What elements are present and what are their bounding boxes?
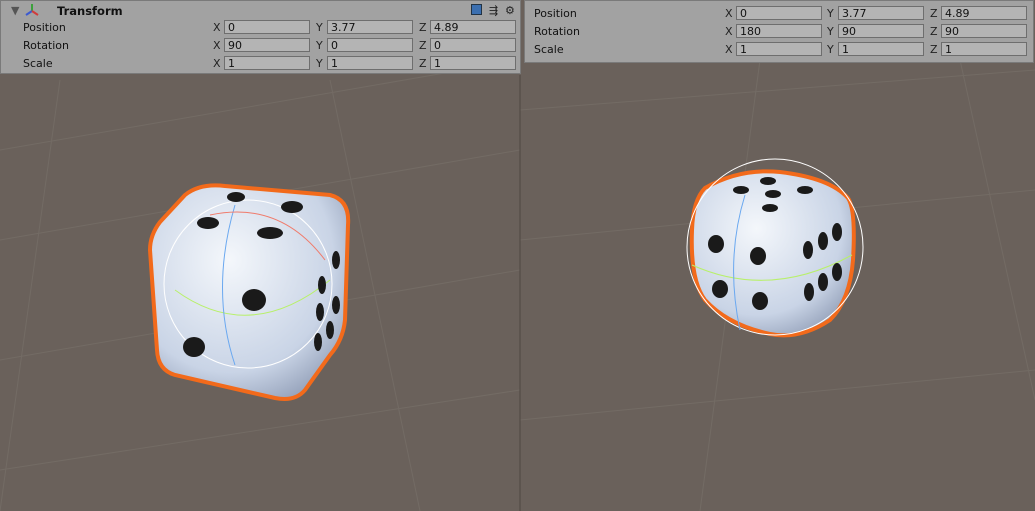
scene-view[interactable] (0, 0, 1035, 511)
z-value-field[interactable]: 1 (430, 56, 516, 70)
left-transform-inspector: ▼ Transform ⇶ ⚙ Position X 0 Y 3.77 Z 4.89 Rota… (0, 0, 521, 74)
y-value-field[interactable]: 1 (327, 56, 413, 70)
axis-label-y: Y (316, 57, 323, 70)
transform-row: Scale X 1 Y 1 Z 1 (525, 42, 1033, 58)
x-value-field[interactable]: 1 (736, 42, 822, 56)
y-value-field[interactable]: 1 (838, 42, 924, 56)
x-value-field[interactable]: 0 (224, 20, 310, 34)
preset-sliders-icon[interactable]: ⇶ (489, 4, 498, 17)
component-title: Transform (57, 4, 123, 18)
axis-label-x: X (725, 43, 733, 56)
axis-label-x: X (725, 25, 733, 38)
transform-row: Scale X 1 Y 1 Z 1 (1, 56, 520, 72)
field-label: Scale (534, 43, 564, 56)
axis-label-y: Y (827, 43, 834, 56)
x-value-field[interactable]: 0 (736, 6, 822, 20)
transform-row: Position X 0 Y 3.77 Z 4.89 (1, 20, 520, 36)
field-label: Position (23, 21, 66, 34)
axis-label-y: Y (316, 39, 323, 52)
axis-label-z: Z (419, 39, 427, 52)
right-transform-inspector: Position X 0 Y 3.77 Z 4.89 Rotation X 180 Y 90 Z 90 Sc… (524, 0, 1034, 63)
foldout-arrow-icon[interactable]: ▼ (11, 4, 19, 17)
x-value-field[interactable]: 90 (224, 38, 310, 52)
z-value-field[interactable]: 1 (941, 42, 1027, 56)
axis-label-y: Y (316, 21, 323, 34)
axis-label-z: Z (930, 25, 938, 38)
x-value-field[interactable]: 1 (224, 56, 310, 70)
y-value-field[interactable]: 3.77 (838, 6, 924, 20)
axis-label-x: X (213, 21, 221, 34)
axis-label-z: Z (419, 57, 427, 70)
field-label: Position (534, 7, 577, 20)
axis-label-x: X (213, 57, 221, 70)
field-label: Rotation (23, 39, 70, 52)
left-die[interactable] (147, 183, 351, 401)
transform-row: Position X 0 Y 3.77 Z 4.89 (525, 6, 1033, 22)
z-value-field[interactable]: 4.89 (430, 20, 516, 34)
field-label: Rotation (534, 25, 581, 38)
axis-label-z: Z (419, 21, 427, 34)
z-value-field[interactable]: 90 (941, 24, 1027, 38)
gear-icon[interactable]: ⚙ (505, 4, 515, 17)
transform-axes-icon (25, 4, 39, 16)
help-book-icon[interactable] (471, 4, 482, 15)
transform-row: Rotation X 90 Y 0 Z 0 (1, 38, 520, 54)
axis-label-y: Y (827, 25, 834, 38)
axis-label-x: X (725, 7, 733, 20)
z-value-field[interactable]: 4.89 (941, 6, 1027, 20)
y-value-field[interactable]: 90 (838, 24, 924, 38)
field-label: Scale (23, 57, 53, 70)
transform-row: Rotation X 180 Y 90 Z 90 (525, 24, 1033, 40)
y-value-field[interactable]: 0 (327, 38, 413, 52)
axis-label-x: X (213, 39, 221, 52)
axis-label-z: Z (930, 7, 938, 20)
right-die[interactable] (686, 158, 864, 338)
axis-label-y: Y (827, 7, 834, 20)
x-value-field[interactable]: 180 (736, 24, 822, 38)
z-value-field[interactable]: 0 (430, 38, 516, 52)
axis-label-z: Z (930, 43, 938, 56)
y-value-field[interactable]: 3.77 (327, 20, 413, 34)
